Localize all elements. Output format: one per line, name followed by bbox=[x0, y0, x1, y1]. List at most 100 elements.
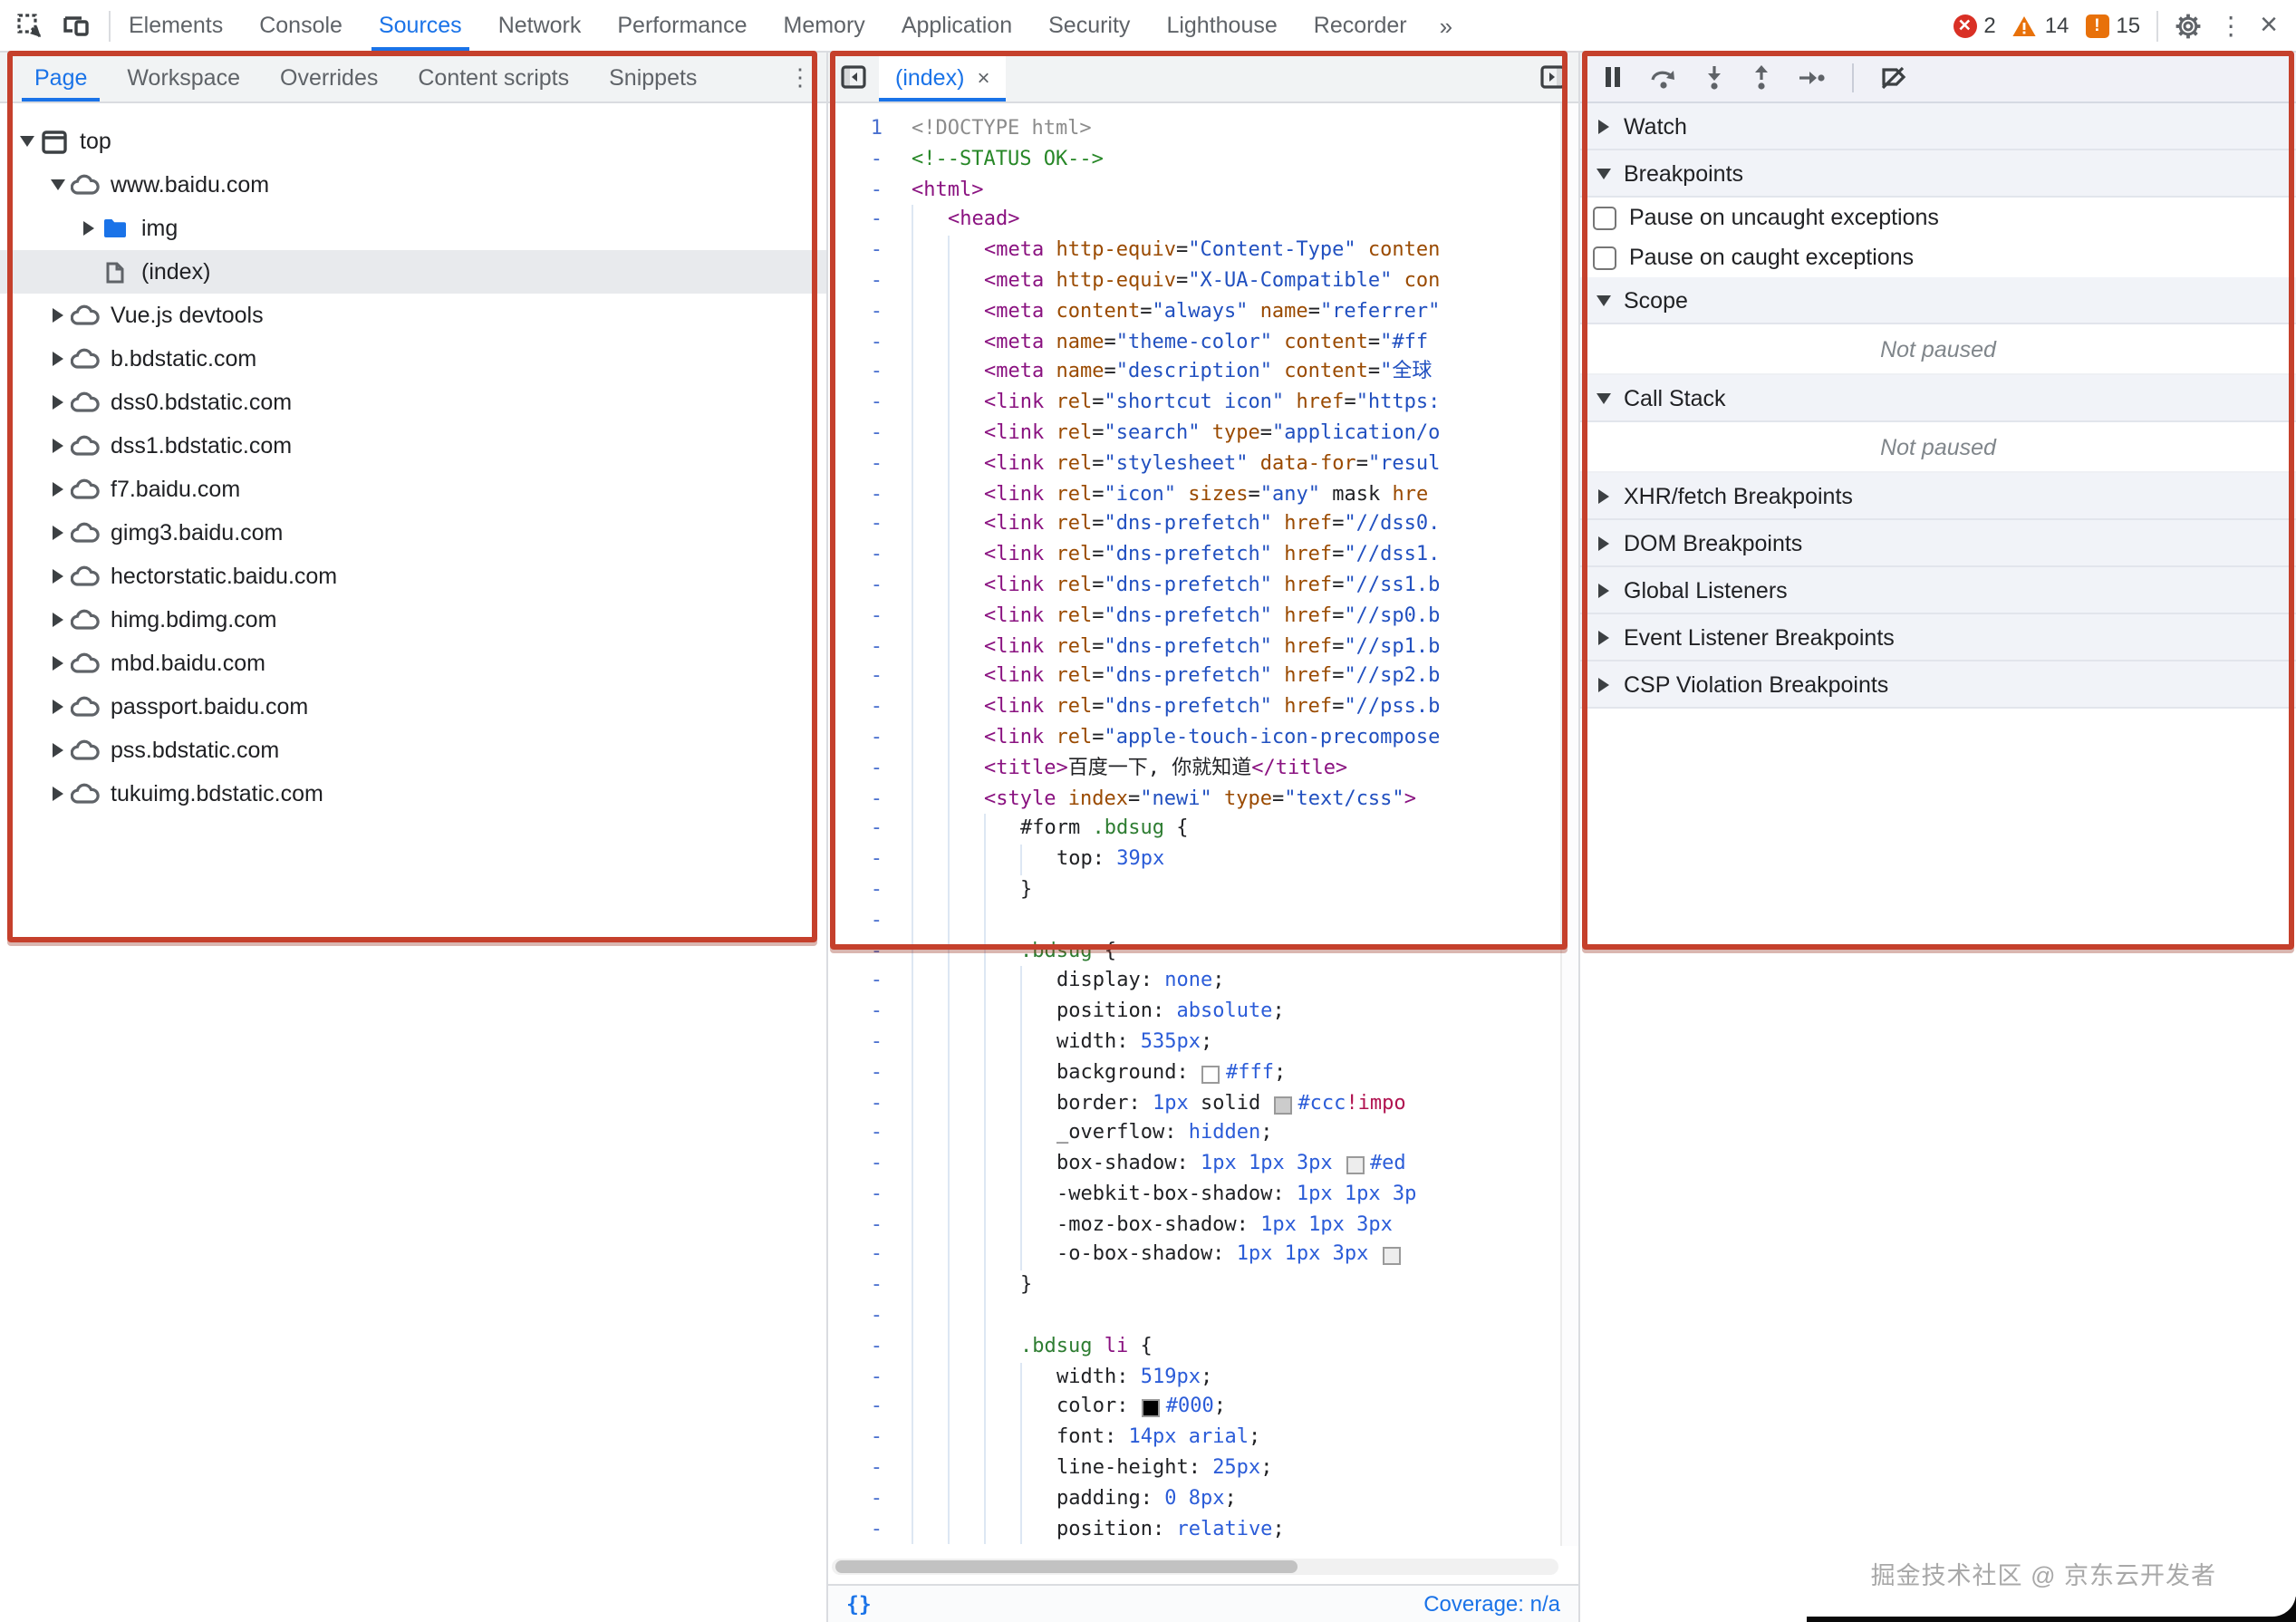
section-global-listeners[interactable]: Global Listeners bbox=[1580, 567, 2296, 614]
gutter-line-number[interactable]: - bbox=[828, 1484, 899, 1515]
expander-closed-icon[interactable] bbox=[1591, 672, 1615, 696]
gutter-line-number[interactable]: - bbox=[828, 479, 899, 510]
source-code-viewer[interactable]: 1 <!DOCTYPE html> - <!--STATUS OK--> - <html>… bbox=[828, 103, 1562, 1557]
gutter-line-number[interactable]: - bbox=[828, 145, 899, 176]
expander-closed-icon[interactable] bbox=[1591, 625, 1615, 649]
section-breakpoints[interactable]: Breakpoints bbox=[1580, 150, 2296, 198]
gutter-line-number[interactable]: - bbox=[828, 1210, 899, 1241]
gutter-line-number[interactable]: - bbox=[828, 753, 899, 784]
gutter-line-number[interactable]: - bbox=[828, 297, 899, 328]
tree-item-himg-bdimg-com[interactable]: himg.bdimg.com bbox=[0, 598, 826, 642]
editor-tab-index[interactable]: (index) × bbox=[879, 53, 1007, 101]
tab-network[interactable]: Network bbox=[480, 0, 600, 51]
gutter-line-number[interactable]: - bbox=[828, 662, 899, 693]
deactivate-breakpoints-icon[interactable] bbox=[1879, 64, 1908, 90]
section-xhr-fetch-breakpoints[interactable]: XHR/fetch Breakpoints bbox=[1580, 473, 2296, 520]
tree-item-img[interactable]: img bbox=[0, 207, 826, 250]
gutter-line-number[interactable]: - bbox=[828, 692, 899, 723]
gutter-line-number[interactable]: - bbox=[828, 723, 899, 754]
expander-closed-icon[interactable] bbox=[45, 608, 69, 632]
close-icon[interactable]: × bbox=[2260, 7, 2278, 43]
expander-closed-icon[interactable] bbox=[45, 434, 69, 458]
gutter-line-number[interactable]: - bbox=[828, 1393, 899, 1424]
gutter-line-number[interactable]: - bbox=[828, 266, 899, 297]
expander-closed-icon[interactable] bbox=[1591, 578, 1615, 602]
tab-security[interactable]: Security bbox=[1030, 0, 1148, 51]
gutter-line-number[interactable]: - bbox=[828, 419, 899, 449]
warning-badge[interactable]: 14 bbox=[2012, 13, 2069, 38]
section-dom-breakpoints[interactable]: DOM Breakpoints bbox=[1580, 520, 2296, 567]
settings-gear-icon[interactable] bbox=[2175, 12, 2202, 39]
gutter-line-number[interactable]: - bbox=[828, 1514, 899, 1545]
gutter-line-number[interactable]: - bbox=[828, 449, 899, 480]
gutter-line-number[interactable]: - bbox=[828, 936, 899, 967]
sidebar-more-icon[interactable]: ⋮ bbox=[788, 63, 812, 92]
step-into-icon[interactable] bbox=[1703, 64, 1725, 90]
gutter-line-number[interactable]: - bbox=[828, 1180, 899, 1211]
tab-recorder[interactable]: Recorder bbox=[1296, 0, 1425, 51]
expander-closed-icon[interactable] bbox=[45, 652, 69, 675]
show-debugger-icon[interactable] bbox=[1528, 65, 1578, 89]
gutter-line-number[interactable]: - bbox=[828, 175, 899, 206]
horizontal-scrollbar[interactable] bbox=[832, 1559, 1558, 1575]
gutter-line-number[interactable]: - bbox=[828, 1088, 899, 1119]
gutter-line-number[interactable]: - bbox=[828, 1241, 899, 1271]
issues-badge[interactable]: ! 15 bbox=[2085, 13, 2140, 38]
tree-item-vue-js-devtools[interactable]: Vue.js devtools bbox=[0, 294, 826, 337]
gutter-line-number[interactable]: 1 bbox=[828, 114, 899, 145]
gutter-line-number[interactable]: - bbox=[828, 1424, 899, 1454]
scrollbar-thumb[interactable] bbox=[835, 1560, 1298, 1573]
gutter-line-number[interactable]: - bbox=[828, 1149, 899, 1180]
gutter-line-number[interactable]: - bbox=[828, 784, 899, 815]
gutter-line-number[interactable]: - bbox=[828, 236, 899, 266]
expander-closed-icon[interactable] bbox=[45, 478, 69, 501]
sidebar-tab-page[interactable]: Page bbox=[14, 53, 107, 101]
gutter-line-number[interactable]: - bbox=[828, 540, 899, 571]
tab-console[interactable]: Console bbox=[241, 0, 361, 51]
tree-item-top[interactable]: top bbox=[0, 120, 826, 163]
expander-closed-icon[interactable] bbox=[45, 739, 69, 762]
sidebar-tab-content-scripts[interactable]: Content scripts bbox=[398, 53, 589, 101]
tree-item-passport-baidu-com[interactable]: passport.baidu.com bbox=[0, 685, 826, 729]
gutter-line-number[interactable]: - bbox=[828, 1453, 899, 1484]
device-toolbar-icon[interactable] bbox=[62, 13, 91, 38]
tree-item--index-[interactable]: (index) bbox=[0, 250, 826, 294]
gutter-line-number[interactable]: - bbox=[828, 206, 899, 237]
hide-navigator-icon[interactable] bbox=[828, 65, 879, 89]
more-tabs-icon[interactable]: » bbox=[1425, 12, 1467, 39]
tab-memory[interactable]: Memory bbox=[766, 0, 883, 51]
expander-closed-icon[interactable] bbox=[45, 695, 69, 719]
gutter-line-number[interactable]: - bbox=[828, 905, 899, 936]
section-event-listener-breakpoints[interactable]: Event Listener Breakpoints bbox=[1580, 614, 2296, 661]
vertical-scrollbar[interactable] bbox=[1560, 103, 1578, 1546]
gutter-line-number[interactable]: - bbox=[828, 967, 899, 998]
expander-open-icon[interactable] bbox=[14, 130, 38, 153]
section-watch[interactable]: Watch bbox=[1580, 103, 2296, 150]
color-swatch[interactable] bbox=[1382, 1247, 1401, 1266]
tab-elements[interactable]: Elements bbox=[111, 0, 241, 51]
pause-script-icon[interactable] bbox=[1602, 65, 1624, 89]
section-call-stack[interactable]: Call Stack bbox=[1580, 375, 2296, 422]
step-over-icon[interactable] bbox=[1649, 64, 1678, 90]
gutter-line-number[interactable]: - bbox=[828, 327, 899, 358]
sidebar-tab-workspace[interactable]: Workspace bbox=[107, 53, 260, 101]
section-scope[interactable]: Scope bbox=[1580, 277, 2296, 324]
expander-open-icon[interactable] bbox=[1591, 161, 1615, 185]
gutter-line-number[interactable]: - bbox=[828, 632, 899, 662]
tab-performance[interactable]: Performance bbox=[599, 0, 765, 51]
pretty-print-icon[interactable]: {} bbox=[846, 1591, 872, 1617]
coverage-link[interactable]: Coverage: n/a bbox=[1423, 1591, 1560, 1617]
gutter-line-number[interactable]: - bbox=[828, 510, 899, 541]
tree-item-tukuimg-bdstatic-com[interactable]: tukuimg.bdstatic.com bbox=[0, 772, 826, 816]
section-csp-violation-breakpoints[interactable]: CSP Violation Breakpoints bbox=[1580, 661, 2296, 709]
expander-open-icon[interactable] bbox=[1591, 386, 1615, 410]
expander-closed-icon[interactable] bbox=[45, 782, 69, 806]
tree-item-mbd-baidu-com[interactable]: mbd.baidu.com bbox=[0, 642, 826, 685]
gutter-line-number[interactable]: - bbox=[828, 1057, 899, 1088]
gutter-line-number[interactable]: - bbox=[828, 358, 899, 389]
step-icon[interactable] bbox=[1798, 68, 1827, 86]
tree-item-pss-bdstatic-com[interactable]: pss.bdstatic.com bbox=[0, 729, 826, 772]
inspect-element-icon[interactable] bbox=[16, 12, 43, 39]
tree-item-b-bdstatic-com[interactable]: b.bdstatic.com bbox=[0, 337, 826, 381]
expander-open-icon[interactable] bbox=[1591, 288, 1615, 312]
